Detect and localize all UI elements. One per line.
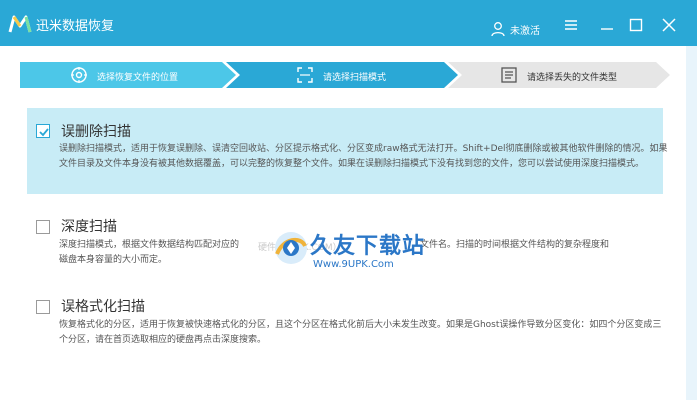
step-label-3[interactable]: 请选择丢失的文件类型 [527, 70, 617, 83]
activation-status[interactable]: 未激活 [510, 22, 540, 37]
right-edge-strip [686, 46, 697, 400]
watermark-url: Www.9UPK.Com [313, 259, 394, 270]
user-icon[interactable] [490, 21, 506, 37]
watermark-title: 久友下载站 [310, 234, 426, 259]
step-label-2[interactable]: 请选择扫描模式 [323, 70, 386, 83]
scan-frame-icon [297, 67, 313, 83]
logo-icon [8, 15, 32, 33]
watermark-logo-icon [275, 232, 307, 264]
format-scan-title: 误格式化扫描 [61, 299, 145, 315]
app-title: 迅米数据恢复 [36, 19, 115, 34]
delete-scan-checkbox[interactable] [36, 124, 50, 138]
step-label-1[interactable]: 选择恢复文件的位置 [97, 70, 178, 83]
menu-icon[interactable] [560, 14, 582, 36]
option-format-scan[interactable]: 误格式化扫描 恢复格式化的分区，适用于恢复被快速格式化的分区，且这个分区在格式化… [27, 294, 663, 354]
steps-bar: 选择恢复文件的位置 请选择扫描模式 请选择丢失的文件类型 [0, 46, 697, 104]
title-bar: 迅米数据恢复 未激活 [0, 0, 697, 46]
delete-scan-title: 误删除扫描 [61, 124, 131, 140]
deep-scan-checkbox[interactable] [36, 220, 50, 234]
target-icon [71, 67, 87, 83]
check-icon [39, 128, 49, 137]
list-icon [501, 67, 517, 83]
deep-scan-title: 深度扫描 [61, 219, 117, 235]
minimize-icon[interactable] [596, 14, 618, 36]
maximize-icon[interactable] [625, 14, 647, 36]
format-scan-desc: 恢复格式化的分区，适用于恢复被快速格式化的分区，且这个分区在格式化前后大小未发生… [59, 320, 662, 345]
format-scan-checkbox[interactable] [36, 300, 50, 314]
deep-scan-desc-b: 文件名。扫描的时间根据文件结构的复杂程度和 [420, 240, 610, 250]
option-delete-scan[interactable]: 误删除扫描 误删除扫描模式，适用于恢复误删除、误清空回收站、分区提示格式化、分区… [27, 108, 668, 194]
close-icon[interactable] [658, 14, 680, 36]
delete-scan-desc: 误删除扫描模式，适用于恢复误删除、误清空回收站、分区提示格式化、分区变成raw格… [59, 144, 668, 169]
